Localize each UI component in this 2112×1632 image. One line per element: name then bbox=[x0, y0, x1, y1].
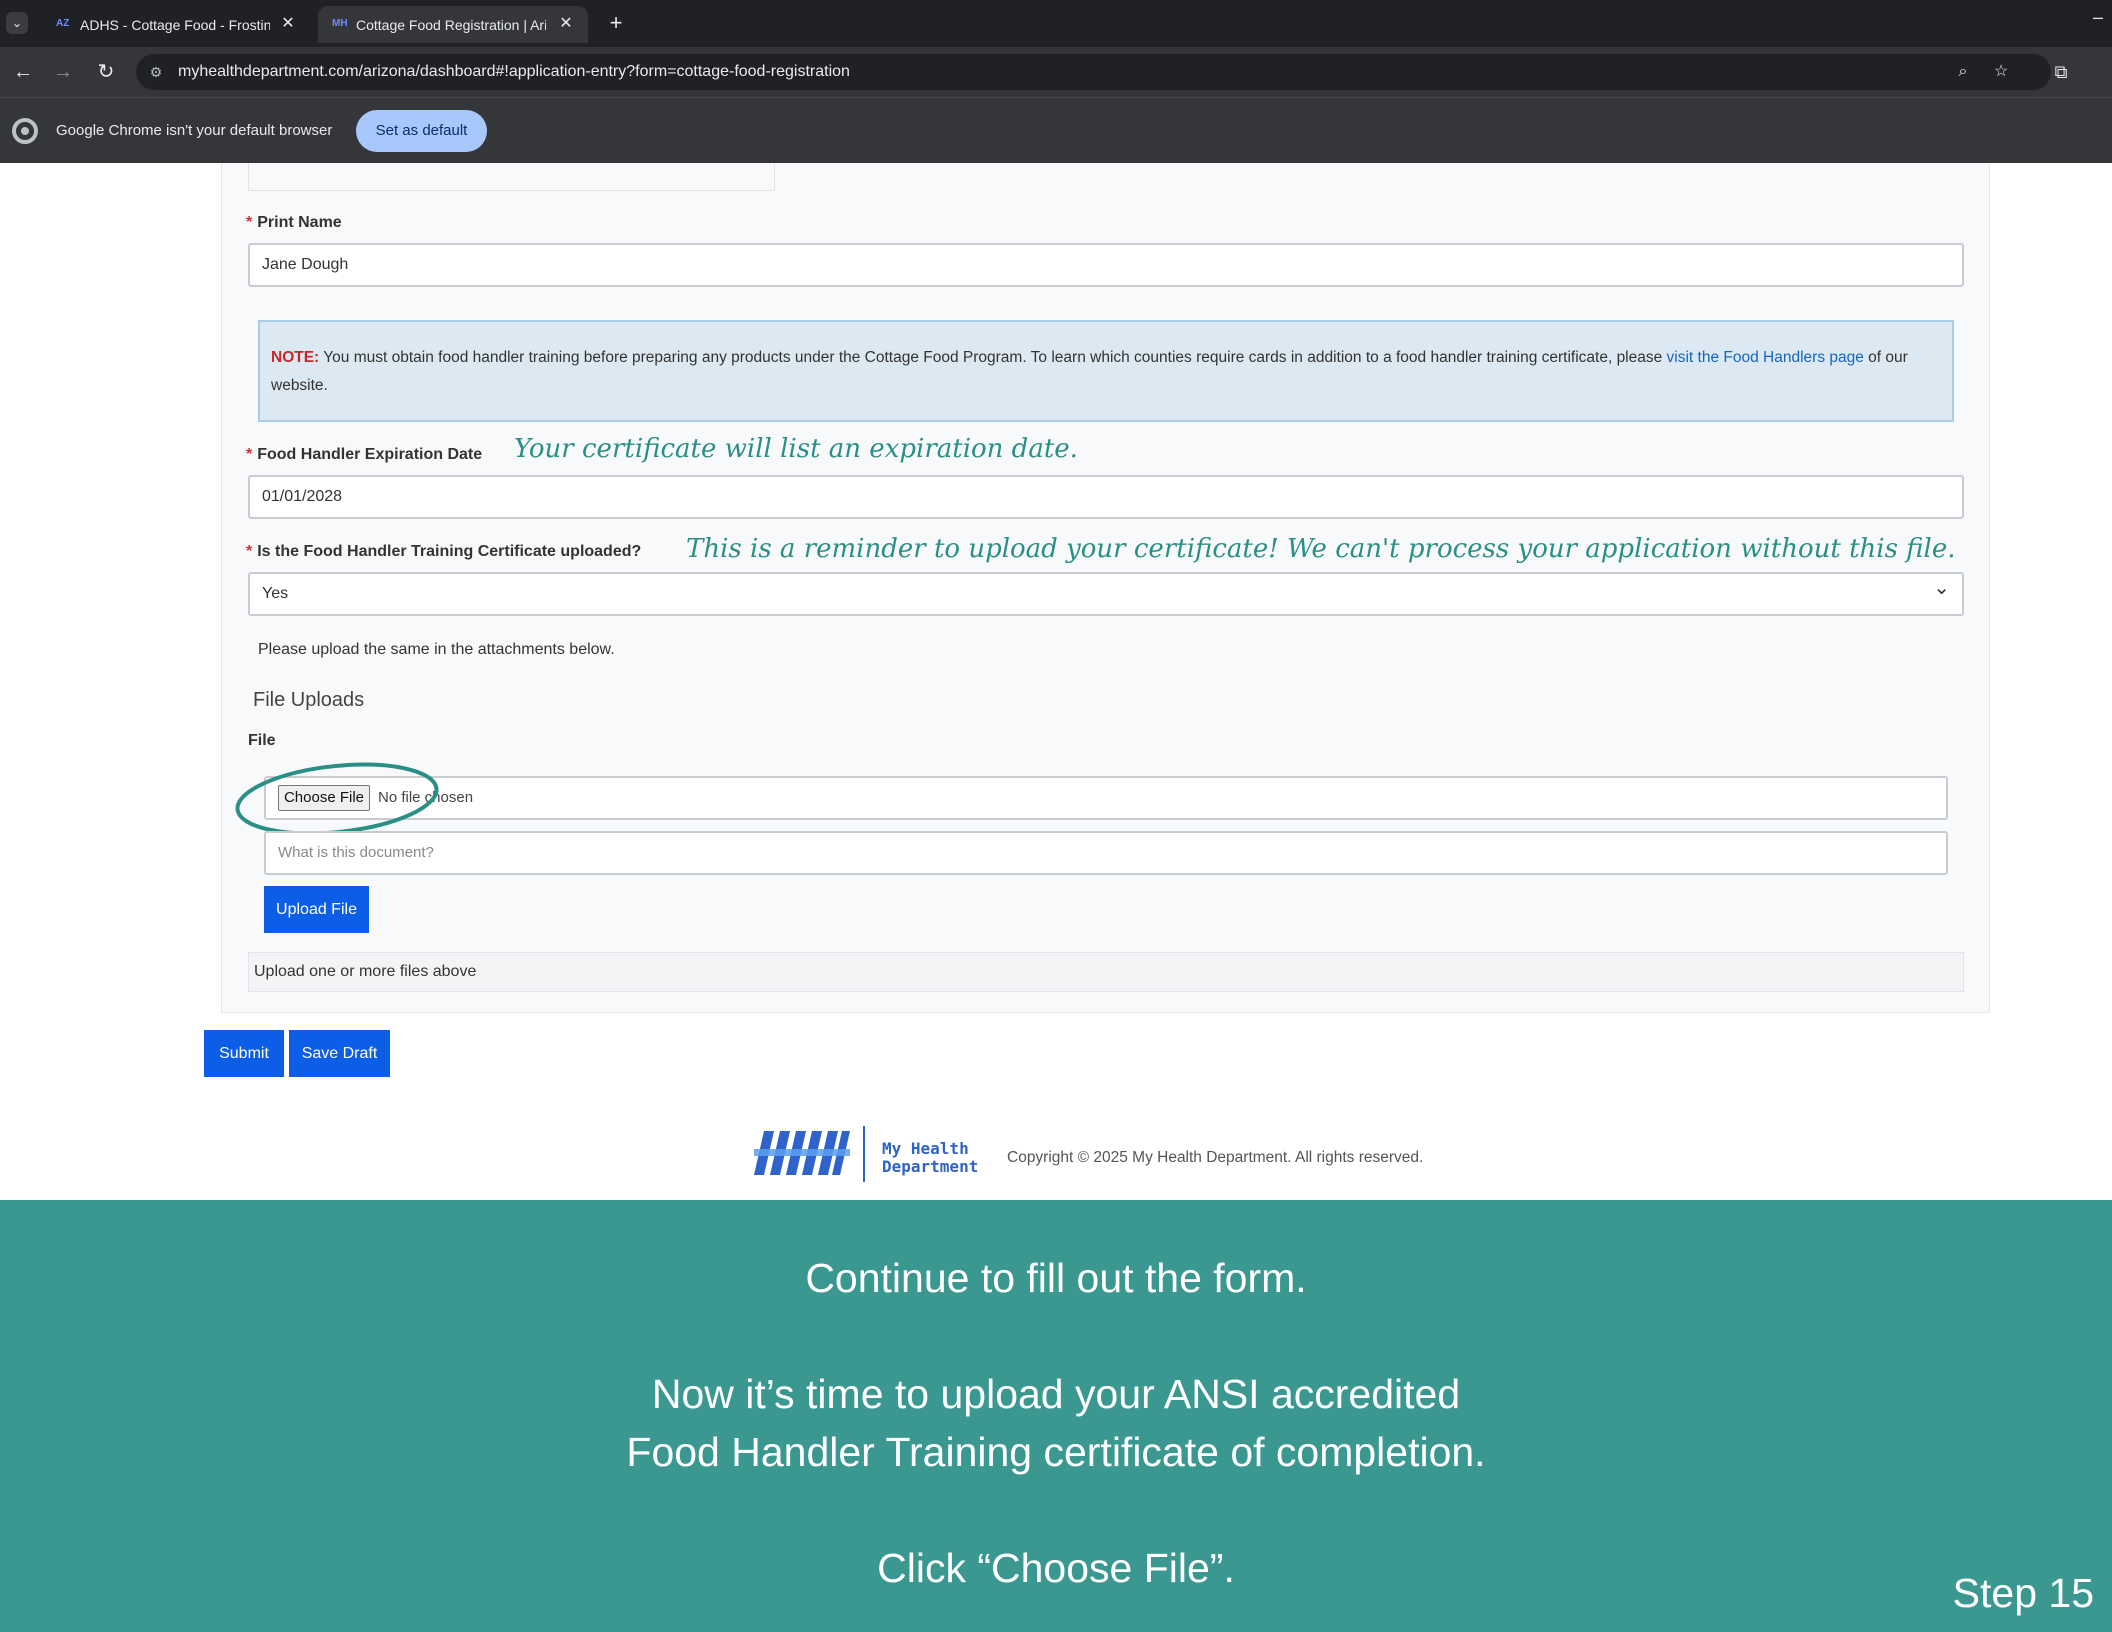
logo-line-2: Department bbox=[882, 1157, 979, 1176]
instruction-line-2: Now it’s time to upload your ANSI accred… bbox=[651, 1371, 1461, 1417]
tab-search-chevron-icon[interactable]: ⌄ bbox=[6, 12, 28, 34]
note-tag: NOTE: bbox=[271, 349, 320, 366]
uploaded-files-empty-message: Upload one or more files above bbox=[248, 952, 1964, 992]
arizona-favicon-icon: AZ bbox=[56, 18, 70, 29]
extensions-icon[interactable]: ⧉ bbox=[2048, 59, 2074, 85]
logo-wordmark: My Health Department bbox=[882, 1140, 978, 1176]
choose-file-highlight-circle bbox=[235, 762, 439, 836]
instruction-band: Continue to fill out the form. Now it’s … bbox=[0, 1200, 2112, 1632]
browser-tab-adhs[interactable]: AZ ADHS - Cottage Food - Frosting ✕ bbox=[42, 6, 310, 43]
zoom-icon[interactable]: ⌕ bbox=[1952, 62, 1974, 82]
note-text: You must obtain food handler training be… bbox=[319, 349, 1667, 366]
logo-divider bbox=[863, 1126, 865, 1182]
browser-tab-bar: ⌄ AZ ADHS - Cottage Food - Frosting ✕ MH… bbox=[0, 0, 2112, 47]
file-label: File bbox=[248, 732, 276, 749]
set-as-default-button[interactable]: Set as default bbox=[356, 110, 487, 152]
submit-button[interactable]: Submit bbox=[204, 1030, 284, 1077]
browser-toolbar: ← → ↻ ⚙ myhealthdepartment.com/arizona/d… bbox=[0, 47, 2112, 97]
food-handlers-page-link[interactable]: visit the Food Handlers page bbox=[1667, 349, 1864, 366]
mhd-logo-icon bbox=[754, 1131, 850, 1175]
print-name-input[interactable]: Jane Dough bbox=[248, 243, 1964, 287]
certificate-uploaded-select[interactable]: Yes bbox=[248, 568, 1964, 616]
minimize-window-icon[interactable]: – bbox=[2088, 6, 2108, 28]
instruction-line-4: Click “Choose File”. bbox=[877, 1545, 1235, 1591]
logo-line-1: My Health bbox=[882, 1139, 969, 1158]
tab-title: ADHS - Cottage Food - Frosting bbox=[80, 17, 270, 33]
address-bar[interactable]: ⚙ myhealthdepartment.com/arizona/dashboa… bbox=[136, 54, 2051, 90]
save-draft-button[interactable]: Save Draft bbox=[289, 1030, 390, 1077]
expiration-annotation: Your certificate will list an expiration… bbox=[514, 434, 1078, 464]
infobar-message: Google Chrome isn't your default browser bbox=[56, 122, 333, 139]
upload-file-button[interactable]: Upload File bbox=[264, 886, 369, 933]
document-description-input[interactable]: What is this document? bbox=[264, 831, 1948, 875]
file-input: Choose File No file chosen bbox=[264, 776, 1948, 820]
url-text: myhealthdepartment.com/arizona/dashboard… bbox=[178, 63, 850, 80]
expiration-date-label: * Food Handler Expiration Date bbox=[246, 446, 483, 463]
previous-field-stub bbox=[248, 163, 775, 191]
step-number: Step 15 bbox=[1952, 1570, 2094, 1616]
certificate-annotation: This is a reminder to upload your certif… bbox=[686, 534, 1956, 564]
upload-hint: Please upload the same in the attachment… bbox=[258, 641, 615, 658]
default-browser-infobar: Google Chrome isn't your default browser… bbox=[0, 97, 2112, 163]
tab-title: Cottage Food Registration | Arizona bbox=[356, 17, 546, 33]
new-tab-plus-icon[interactable]: + bbox=[604, 10, 628, 36]
forward-arrow-icon[interactable]: → bbox=[48, 57, 78, 87]
browser-tab-cottage-food[interactable]: MH Cottage Food Registration | Arizona ✕ bbox=[318, 6, 588, 43]
mhd-favicon-icon: MH bbox=[332, 18, 348, 29]
back-arrow-icon[interactable]: ← bbox=[8, 57, 38, 87]
required-asterisk: * bbox=[246, 214, 253, 231]
food-handler-note: NOTE: You must obtain food handler train… bbox=[258, 320, 1954, 422]
print-name-label: * Print Name bbox=[246, 214, 342, 231]
chrome-logo-icon bbox=[12, 118, 38, 144]
instruction-line-1: Continue to fill out the form. bbox=[805, 1255, 1307, 1301]
footer-copyright: Copyright © 2025 My Health Department. A… bbox=[1007, 1149, 1424, 1166]
reload-icon[interactable]: ↻ bbox=[91, 57, 121, 87]
web-page: * Print Name Jane Dough NOTE: You must ob… bbox=[0, 163, 2112, 1200]
expiration-date-input[interactable]: 01/01/2028 bbox=[248, 475, 1964, 519]
close-tab-icon[interactable]: ✕ bbox=[278, 14, 298, 34]
required-asterisk: * bbox=[246, 446, 253, 463]
required-asterisk: * bbox=[246, 543, 253, 560]
bookmark-star-icon[interactable]: ☆ bbox=[1990, 62, 2012, 82]
instruction-line-3: Food Handler Training certificate of com… bbox=[626, 1429, 1486, 1475]
file-uploads-heading: File Uploads bbox=[253, 689, 365, 711]
close-tab-icon[interactable]: ✕ bbox=[556, 14, 576, 34]
certificate-uploaded-label: * Is the Food Handler Training Certificat… bbox=[246, 543, 642, 560]
site-info-icon[interactable]: ⚙ bbox=[146, 62, 166, 82]
